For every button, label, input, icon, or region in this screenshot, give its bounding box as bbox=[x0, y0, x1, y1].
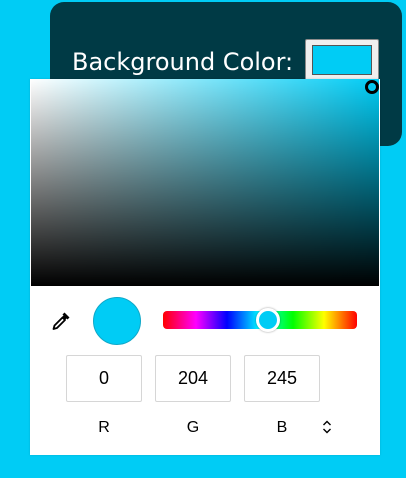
color-picker-popup: R G B bbox=[30, 79, 380, 455]
swatch-color-fill bbox=[312, 45, 372, 75]
red-label: R bbox=[98, 419, 110, 436]
background-color-swatch-button[interactable] bbox=[305, 39, 379, 81]
hue-slider-thumb[interactable] bbox=[255, 308, 280, 332]
color-preview-circle bbox=[93, 297, 141, 345]
black-gradient-layer bbox=[31, 79, 379, 286]
chevron-up-down-icon[interactable] bbox=[320, 418, 334, 436]
blue-label: B bbox=[276, 419, 288, 436]
red-input[interactable] bbox=[66, 355, 142, 402]
green-label: G bbox=[186, 419, 200, 436]
saturation-handle[interactable] bbox=[365, 80, 379, 94]
eyedropper-icon[interactable] bbox=[50, 310, 72, 332]
blue-input[interactable] bbox=[244, 355, 320, 402]
green-input[interactable] bbox=[155, 355, 231, 402]
background-color-label: Background Color: bbox=[72, 48, 294, 76]
saturation-value-area[interactable] bbox=[31, 79, 379, 286]
hue-slider[interactable] bbox=[163, 308, 357, 332]
